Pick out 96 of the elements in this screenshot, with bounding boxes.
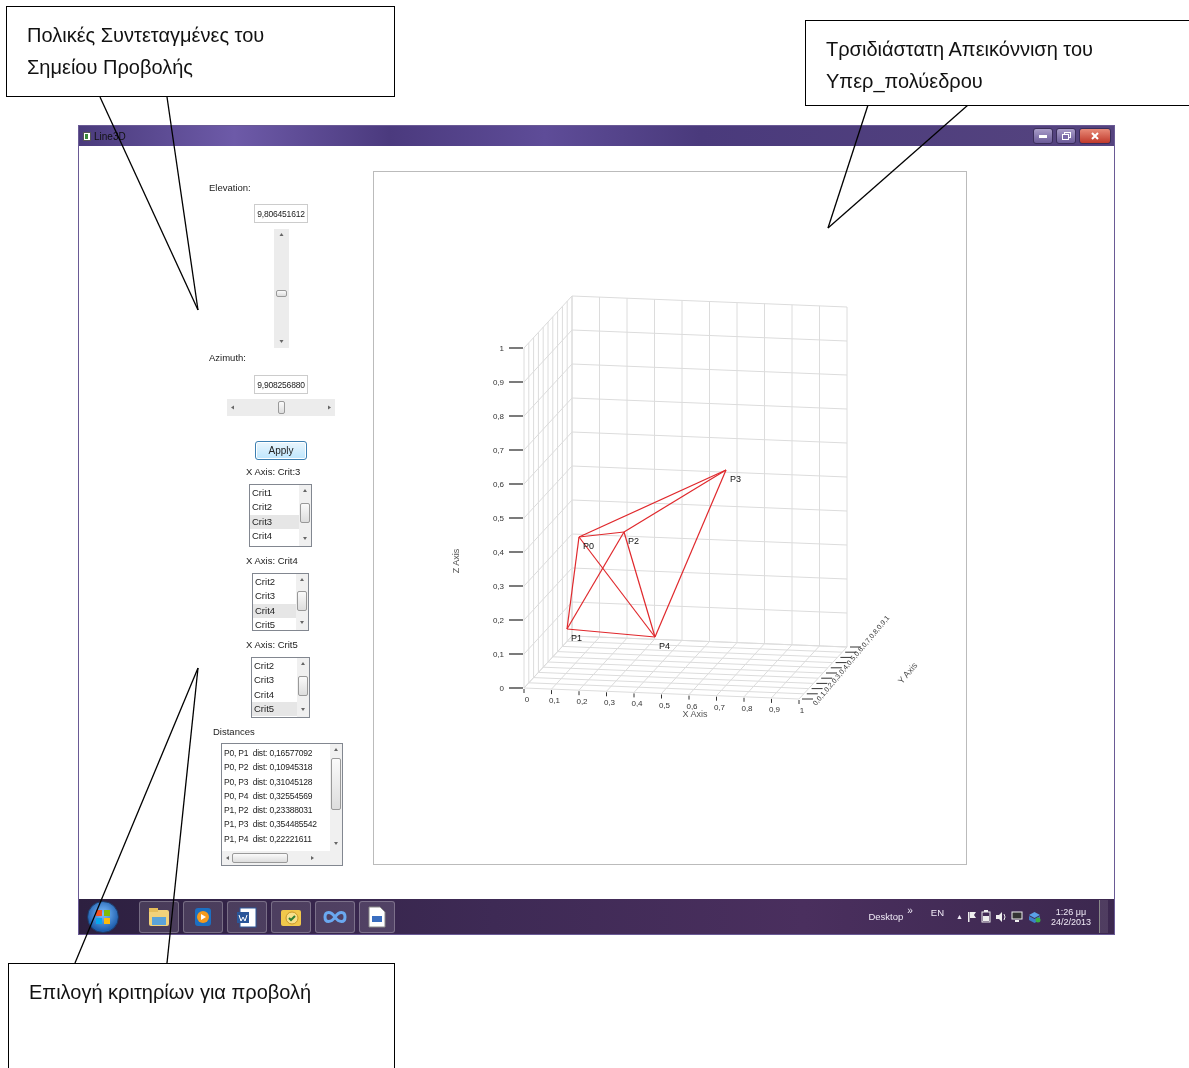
list-item[interactable]: Crit2 <box>250 500 299 515</box>
point-label: P1 <box>571 633 582 643</box>
tick-label: 0,6 <box>686 701 698 711</box>
tick-label: 0,2 <box>576 697 588 707</box>
scrollbar[interactable] <box>296 574 308 630</box>
app-icon <box>83 131 91 141</box>
list-item[interactable]: Crit5 <box>253 617 296 630</box>
minimize-button[interactable] <box>1033 128 1053 144</box>
taskbar-button[interactable] <box>271 900 311 933</box>
list-item[interactable]: P0, P3 dist: 0,31045128 <box>222 774 330 789</box>
taskbar-button[interactable] <box>183 900 223 933</box>
folder-icon <box>147 905 171 928</box>
tick-label: 0,2 <box>492 616 504 625</box>
minimize-icon <box>1039 134 1047 138</box>
axis-title: Z Axis <box>451 548 461 574</box>
box-icon[interactable] <box>1027 910 1041 923</box>
list-item[interactable]: Crit3 <box>252 673 297 688</box>
tick-label: 0,1 <box>548 696 561 706</box>
language-indicator[interactable]: EN <box>930 907 944 918</box>
infinity-icon <box>322 909 348 924</box>
close-icon <box>1091 132 1099 140</box>
scrollbar[interactable] <box>222 851 342 865</box>
slider-thumb[interactable] <box>277 401 285 414</box>
list-item[interactable]: Crit4 <box>252 687 297 702</box>
list-item[interactable]: P0, P1 dist: 0,16577092 <box>222 746 330 761</box>
tick-label: 0,3 <box>492 582 504 591</box>
list-item[interactable]: Crit2 <box>253 575 296 590</box>
tick-label: 1 <box>799 706 805 715</box>
azimuth-field[interactable]: 9,908256880 <box>254 375 308 394</box>
flag-icon[interactable] <box>966 910 977 923</box>
list-item[interactable]: Crit1 <box>250 486 299 501</box>
taskbar-button[interactable] <box>227 900 267 933</box>
point-label: P2 <box>628 536 639 546</box>
tick-label: 0,5 <box>658 700 671 710</box>
axis-title: Y Axis <box>895 660 920 686</box>
list-item[interactable]: P1, P3 dist: 0,354485542 <box>222 817 330 832</box>
list-item[interactable]: P0, P4 dist: 0,32554569 <box>222 788 330 804</box>
play-icon <box>194 906 212 927</box>
distances-label: Distances <box>213 725 255 738</box>
scrollbar[interactable] <box>297 658 309 717</box>
azimuth-slider[interactable] <box>227 399 335 416</box>
tick-label: 0,4 <box>492 548 504 557</box>
tick-label: 0,8 <box>492 412 504 421</box>
tick-label: 0,3 <box>603 698 616 708</box>
apply-button[interactable]: Apply <box>255 441 307 460</box>
maximize-button[interactable] <box>1056 128 1076 144</box>
tick-label: 0,4 <box>631 699 643 709</box>
tick-label: 0,8 <box>741 703 753 713</box>
list-item[interactable]: Crit4 <box>250 528 299 544</box>
tick-label: 0,7 <box>492 446 504 455</box>
elevation-field[interactable]: 9,806451612 <box>254 204 308 223</box>
file-icon <box>368 905 386 928</box>
tick-label: 0,9 <box>768 704 781 714</box>
tick-label: 1 <box>499 344 504 353</box>
tick-label: 0,6 <box>492 480 504 489</box>
list-item[interactable]: Crit4 <box>253 603 296 618</box>
axis-title: X Axis <box>682 709 708 719</box>
clock-date[interactable]: 24/2/2013 <box>1050 916 1091 927</box>
list-item[interactable]: Crit5 <box>252 701 297 717</box>
list-item[interactable]: P0, P2 dist: 0,10945318 <box>222 760 330 775</box>
close-button[interactable] <box>1079 128 1111 144</box>
tick-label: 0,7 <box>713 702 726 712</box>
axis-label: X Axis: Crit5 <box>246 638 298 651</box>
list-item[interactable]: Crit3 <box>253 589 296 604</box>
callout-text: Τρσιδιάστατη Απεικόννιση του Υπερ_πολύεδρου <box>826 37 1095 95</box>
tick-label: 0,1 <box>492 650 504 659</box>
tick-label: 0,9 <box>492 378 504 387</box>
list-item[interactable]: Crit3 <box>250 514 299 529</box>
scrollbar[interactable] <box>330 744 342 851</box>
tick-label: 0 <box>499 684 504 693</box>
speaker-icon[interactable] <box>994 910 1007 923</box>
scrollbar[interactable] <box>299 485 311 546</box>
taskbar-button[interactable] <box>359 900 395 933</box>
azimuth-label: Azimuth: <box>209 351 246 364</box>
tick-label: 0,5 <box>492 514 504 523</box>
callout-text: Επιλογή κριτηρίων για προβολή <box>29 980 313 1005</box>
document-icon <box>236 905 258 928</box>
elevation-label: Elevation: <box>209 181 251 194</box>
list-item[interactable]: P1, P4 dist: 0,22221611 <box>222 831 330 847</box>
axis-label: X Axis: Crit4 <box>246 554 298 567</box>
toolbar-label[interactable]: Desktop <box>868 911 904 922</box>
point-label: P3 <box>730 474 741 484</box>
clock-time[interactable]: 1:26 μμ <box>1055 906 1087 917</box>
point-label: P4 <box>659 641 670 651</box>
taskbar-button[interactable] <box>139 900 179 933</box>
tick-label: 0 <box>524 695 530 704</box>
list-item[interactable]: Crit2 <box>252 659 297 674</box>
show-desktop-button[interactable] <box>1099 900 1108 933</box>
callout-text: Πολικές Συντεταγμένες του Σημείου Προβολής <box>27 23 266 80</box>
windows-logo-icon <box>95 908 111 925</box>
axis-label: X Axis: Crit:3 <box>246 465 301 478</box>
start-button[interactable] <box>87 900 119 933</box>
list-item[interactable]: P1, P2 dist: 0,23388031 <box>222 803 330 818</box>
restore-icon <box>1061 132 1071 140</box>
battery-icon[interactable] <box>980 910 991 923</box>
chevron-button[interactable]: » <box>907 905 913 916</box>
